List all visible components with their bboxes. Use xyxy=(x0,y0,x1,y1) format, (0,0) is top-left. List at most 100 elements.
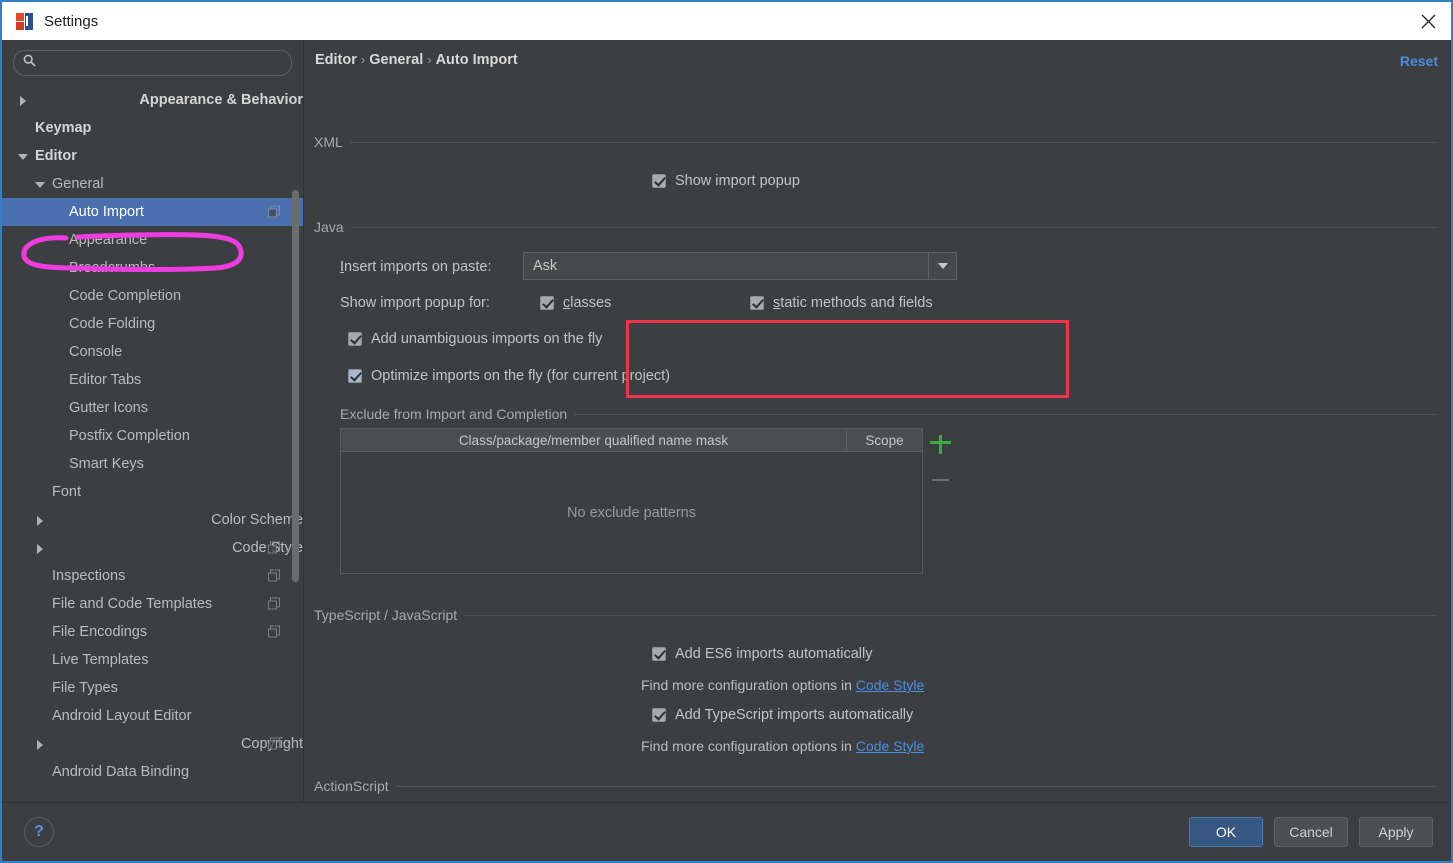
apply-button[interactable]: Apply xyxy=(1359,817,1433,847)
chevron-right-icon[interactable] xyxy=(18,94,134,106)
divider xyxy=(350,226,1437,228)
sidebar-item-file-and-code-templates[interactable]: File and Code Templates xyxy=(2,590,303,618)
checkbox-box[interactable] xyxy=(652,174,666,188)
section-actionscript: ActionScript xyxy=(314,778,1451,794)
project-scope-icon xyxy=(268,625,281,639)
search-input[interactable] xyxy=(42,54,282,72)
breadcrumb-general[interactable]: General xyxy=(369,52,423,68)
sidebar-item-font[interactable]: Font xyxy=(2,478,303,506)
reset-link[interactable]: Reset xyxy=(1400,53,1438,69)
breadcrumb: Editor › General › Auto Import xyxy=(315,52,518,68)
checkbox-static-methods-and-fields[interactable]: static methods and fields xyxy=(750,295,933,311)
checkbox-show-import-popup-xml[interactable]: Show import popup xyxy=(652,173,800,189)
checkbox-label: Add ES6 imports automatically xyxy=(675,646,873,662)
sidebar-item-auto-import[interactable]: Auto Import xyxy=(2,198,303,226)
sidebar-item-code-folding[interactable]: Code Folding xyxy=(2,310,303,338)
table-empty-state: No exclude patterns xyxy=(567,504,696,521)
sidebar-item-breadcrumbs[interactable]: Breadcrumbs xyxy=(2,254,303,282)
chevron-down-icon[interactable] xyxy=(18,151,29,162)
project-scope-icon xyxy=(268,205,281,219)
sidebar-item-inspections[interactable]: Inspections xyxy=(2,562,303,590)
sidebar-item-code-style[interactable]: Code Style xyxy=(2,534,303,562)
sidebar-item-color-scheme[interactable]: Color Scheme xyxy=(2,506,303,534)
checkbox-box[interactable] xyxy=(652,647,666,661)
sidebar-item-label: Appearance xyxy=(69,232,148,248)
sidebar-item-editor[interactable]: Editor xyxy=(2,142,303,170)
chevron-right-icon[interactable] xyxy=(35,514,206,526)
chevron-right-icon[interactable] xyxy=(35,542,227,554)
section-typescript: TypeScript / JavaScript xyxy=(314,607,1451,623)
checkbox-add-es6-imports[interactable]: Add ES6 imports automatically xyxy=(652,646,872,662)
section-title-xml: XML xyxy=(314,134,1451,150)
checkbox-box[interactable] xyxy=(348,332,362,346)
project-scope-icon xyxy=(268,569,281,583)
cancel-button[interactable]: Cancel xyxy=(1274,817,1348,847)
ok-button[interactable]: OK xyxy=(1189,817,1263,847)
table-toolbar xyxy=(923,428,959,574)
checkbox-label-rest: lasses xyxy=(570,295,612,311)
sidebar-item-general[interactable]: General xyxy=(2,170,303,198)
chevron-down-icon[interactable] xyxy=(35,179,46,190)
sidebar-item-live-templates[interactable]: Live Templates xyxy=(2,646,303,674)
code-style-link[interactable]: Code Style xyxy=(856,677,924,693)
sidebar-item-console[interactable]: Console xyxy=(2,338,303,366)
checkbox-classes[interactable]: classes xyxy=(540,295,611,311)
sidebar-scrollbar[interactable] xyxy=(292,190,299,582)
checkbox-label-rest: tatic methods and fields xyxy=(780,295,933,311)
section-title-actionscript: ActionScript xyxy=(314,778,1451,794)
checkbox-optimize-imports-on-the-fly[interactable]: Optimize imports on the fly (for current… xyxy=(348,368,670,384)
section-title-java: Java xyxy=(314,219,1451,235)
search-box[interactable] xyxy=(13,50,292,76)
sidebar-item-editor-tabs[interactable]: Editor Tabs xyxy=(2,366,303,394)
column-header-mask[interactable]: Class/package/member qualified name mask xyxy=(341,429,847,451)
plus-icon[interactable] xyxy=(929,433,953,457)
section-label-java: Java xyxy=(314,219,344,235)
breadcrumb-separator-2: › xyxy=(427,52,432,67)
sidebar-item-label: General xyxy=(52,176,104,192)
exclude-table[interactable]: Class/package/member qualified name mask… xyxy=(340,428,923,574)
chevron-down-icon[interactable] xyxy=(928,253,956,279)
sidebar-item-smart-keys[interactable]: Smart Keys xyxy=(2,450,303,478)
breadcrumb-separator-1: › xyxy=(360,52,366,67)
checkbox-label: Add TypeScript imports automatically xyxy=(675,707,914,723)
sidebar-item-label: Breadcrumbs xyxy=(69,260,156,276)
checkbox-box[interactable] xyxy=(540,296,554,310)
checkbox-add-unambiguous-imports-java[interactable]: Add unambiguous imports on the fly xyxy=(348,331,602,347)
sidebar-item-keymap[interactable]: Keymap xyxy=(2,114,303,142)
sidebar-item-code-completion[interactable]: Code Completion xyxy=(2,282,303,310)
sidebar-item-label: Postfix Completion xyxy=(69,428,190,444)
checkbox-box[interactable] xyxy=(750,296,764,310)
code-style-link[interactable]: Code Style xyxy=(856,738,924,754)
sidebar-item-appearance[interactable]: Appearance xyxy=(2,226,303,254)
breadcrumb-editor[interactable]: Editor xyxy=(315,52,357,68)
sidebar-item-copyright[interactable]: Copyright xyxy=(2,730,303,758)
sidebar-item-file-encodings[interactable]: File Encodings xyxy=(2,618,303,646)
sidebar-item-android-data-binding[interactable]: Android Data Binding xyxy=(2,758,303,786)
help-button[interactable]: ? xyxy=(24,817,54,847)
project-scope-icon xyxy=(268,597,281,611)
column-header-scope[interactable]: Scope xyxy=(847,429,922,451)
sidebar-item-file-types[interactable]: File Types xyxy=(2,674,303,702)
settings-tree[interactable]: Appearance & Behavior Keymap Editor General… xyxy=(2,86,303,803)
sidebar-item-label: Gutter Icons xyxy=(69,400,148,416)
sidebar-item-gutter-icons[interactable]: Gutter Icons xyxy=(2,394,303,422)
sidebar-item-label: Editor Tabs xyxy=(69,372,142,388)
sidebar-item-android-layout-editor[interactable]: Android Layout Editor xyxy=(2,702,303,730)
insert-imports-dropdown[interactable]: Ask xyxy=(523,252,957,280)
sidebar-item-label: Color Scheme xyxy=(211,512,303,528)
checkbox-box[interactable] xyxy=(652,708,666,722)
chevron-right-icon[interactable] xyxy=(35,738,235,750)
sidebar-item-appearance-behavior[interactable]: Appearance & Behavior xyxy=(2,86,303,114)
checkbox-add-typescript-imports[interactable]: Add TypeScript imports automatically xyxy=(652,707,913,723)
sidebar-item-postfix-completion[interactable]: Postfix Completion xyxy=(2,422,303,450)
checkbox-box[interactable] xyxy=(348,369,362,383)
section-label-typescript: TypeScript / JavaScript xyxy=(314,607,458,623)
close-icon[interactable] xyxy=(1405,2,1451,40)
